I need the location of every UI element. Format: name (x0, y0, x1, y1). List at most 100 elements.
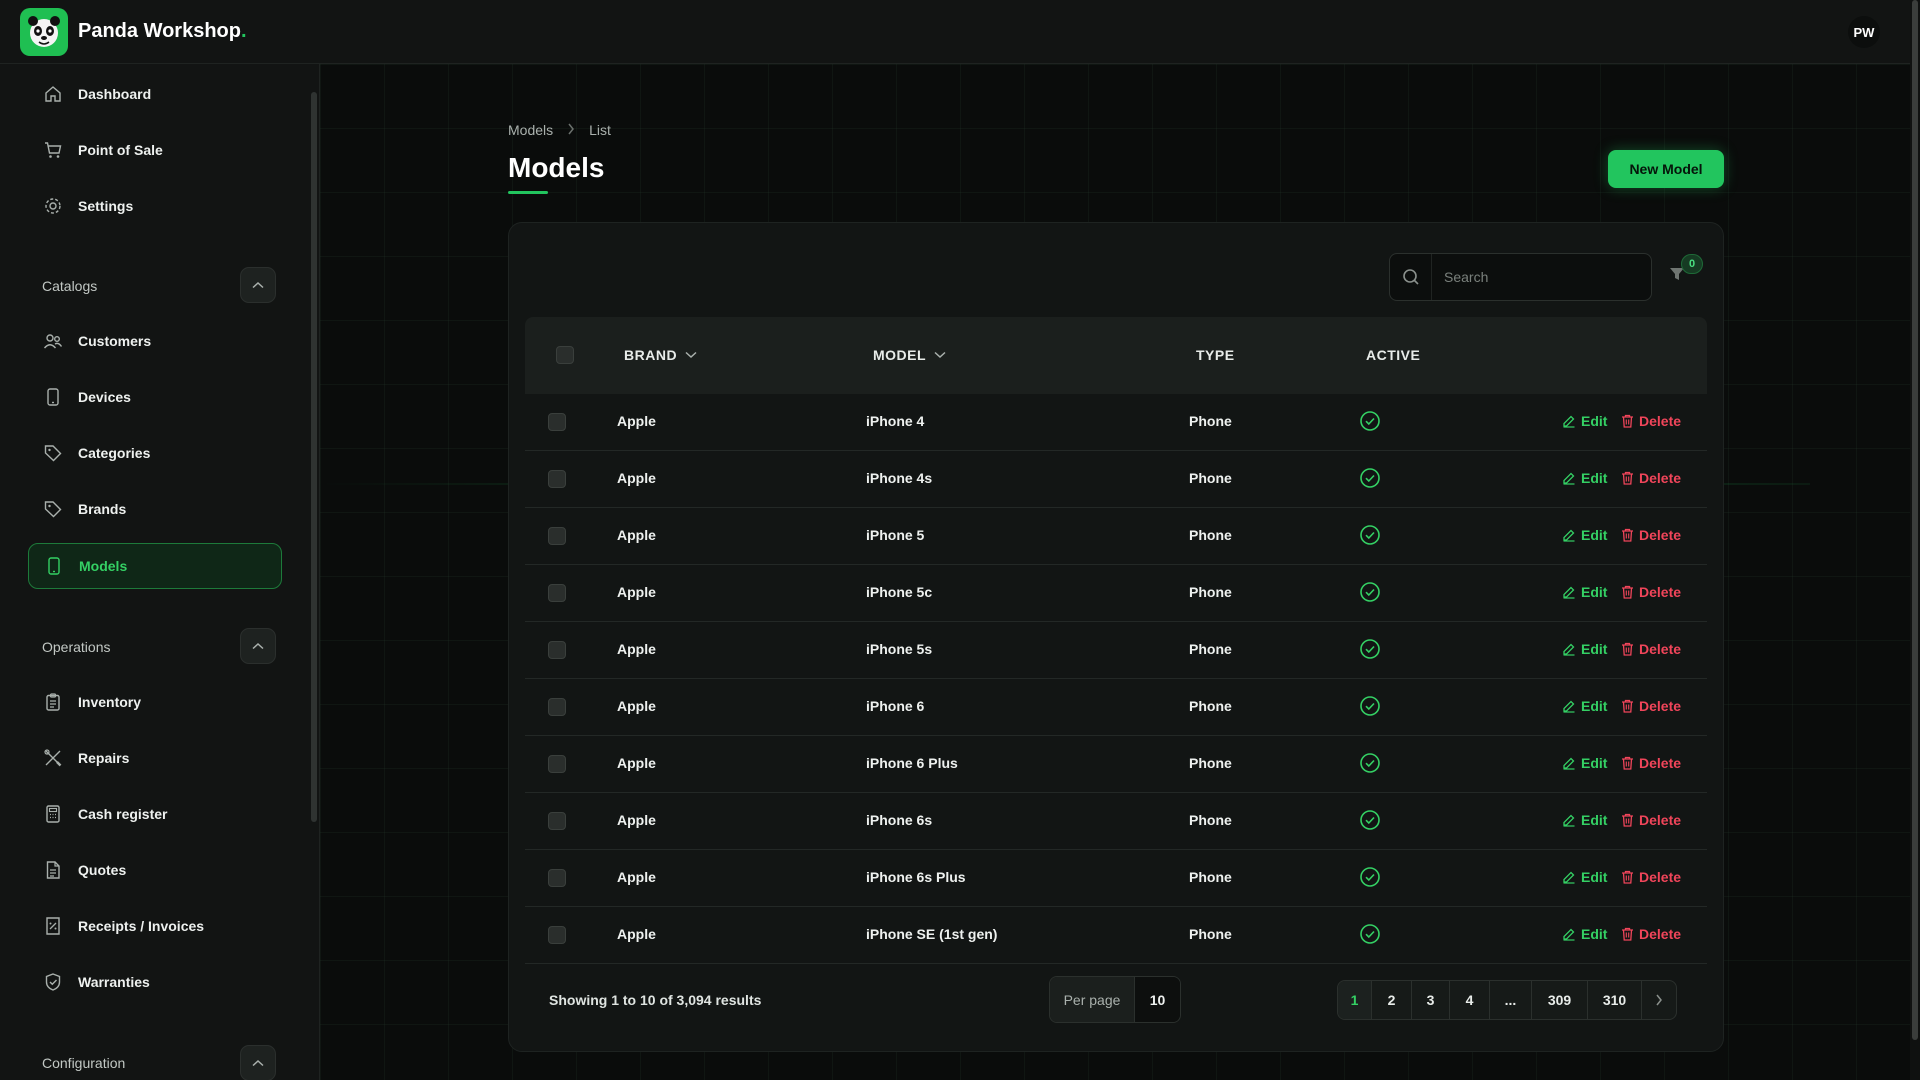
page-scrollbar-thumb[interactable] (1912, 0, 1918, 1040)
row-checkbox[interactable] (548, 470, 566, 488)
page-1-button[interactable]: 1 (1338, 981, 1372, 1019)
cell-model: iPhone 6 (866, 698, 925, 714)
column-model-label: MODEL (873, 347, 927, 363)
delete-label: Delete (1639, 470, 1682, 486)
sidebar-item-categories[interactable]: Categories (28, 430, 282, 476)
row-checkbox[interactable] (548, 584, 566, 602)
results-summary: Showing 1 to 10 of 3,094 results (549, 992, 762, 1008)
delete-link[interactable]: Delete (1621, 413, 1681, 429)
sidebar-item-label: Cash register (78, 806, 168, 822)
breadcrumb-models[interactable]: Models (508, 122, 553, 138)
sidebar-item-label: Settings (78, 198, 134, 214)
delete-link[interactable]: Delete (1621, 812, 1681, 828)
row-checkbox[interactable] (548, 812, 566, 830)
trash-icon (1621, 642, 1639, 656)
collapse-configuration-button[interactable] (240, 1045, 276, 1080)
row-checkbox[interactable] (548, 698, 566, 716)
delete-link[interactable]: Delete (1621, 470, 1681, 486)
sidebar-scrollbar[interactable] (311, 92, 317, 822)
delete-link[interactable]: Delete (1621, 755, 1681, 771)
search-input[interactable] (1432, 269, 1632, 285)
sidebar-item-settings[interactable]: Settings (28, 183, 282, 229)
table-row[interactable]: Apple iPhone 6 Phone Edit Delete (525, 679, 1707, 736)
row-checkbox[interactable] (548, 869, 566, 887)
table-row[interactable]: Apple iPhone 5c Phone Edit Delete (525, 565, 1707, 622)
per-page-select[interactable]: Per page 10 (1049, 976, 1181, 1023)
sidebar-item-warranties[interactable]: Warranties (28, 959, 282, 1005)
row-checkbox[interactable] (548, 641, 566, 659)
edit-link[interactable]: Edit (1562, 755, 1607, 771)
delete-link[interactable]: Delete (1621, 527, 1681, 543)
edit-link[interactable]: Edit (1562, 584, 1607, 600)
cell-type: Phone (1189, 641, 1232, 657)
sidebar-item-quotes[interactable]: Quotes (28, 847, 282, 893)
new-model-button[interactable]: New Model (1608, 150, 1724, 188)
table-row[interactable]: Apple iPhone 6s Phone Edit Delete (525, 793, 1707, 850)
sidebar-item-point-of-sale[interactable]: Point of Sale (28, 127, 282, 173)
active-check-icon (1359, 524, 1381, 551)
edit-link[interactable]: Edit (1562, 470, 1607, 486)
edit-link[interactable]: Edit (1562, 641, 1607, 657)
edit-label: Edit (1581, 926, 1608, 942)
delete-link[interactable]: Delete (1621, 584, 1681, 600)
column-brand[interactable]: BRAND (624, 347, 697, 363)
table-row[interactable]: Apple iPhone 4 Phone Edit Delete (525, 394, 1707, 451)
sidebar-item-receipts-invoices[interactable]: Receipts / Invoices (28, 903, 282, 949)
page-4-button[interactable]: 4 (1450, 981, 1490, 1019)
app-name[interactable]: Panda Workshop. (78, 20, 247, 43)
row-checkbox[interactable] (548, 527, 566, 545)
page-309-button[interactable]: 309 (1532, 981, 1588, 1019)
delete-link[interactable]: Delete (1621, 641, 1681, 657)
next-page-button[interactable] (1642, 981, 1676, 1019)
row-checkbox[interactable] (548, 413, 566, 431)
delete-link[interactable]: Delete (1621, 869, 1681, 885)
user-avatar[interactable]: PW (1848, 16, 1880, 48)
page-title: Models (508, 152, 605, 183)
pagination-ellipsis: ... (1490, 981, 1532, 1019)
edit-link[interactable]: Edit (1562, 413, 1607, 429)
page-310-button[interactable]: 310 (1588, 981, 1642, 1019)
sidebar-item-dashboard[interactable]: Dashboard (28, 71, 282, 117)
sidebar-item-cash-register[interactable]: Cash register (28, 791, 282, 837)
phone-icon (43, 555, 65, 577)
table-row[interactable]: Apple iPhone 5 Phone Edit Delete (525, 508, 1707, 565)
delete-link[interactable]: Delete (1621, 698, 1681, 714)
table-row[interactable]: Apple iPhone 5s Phone Edit Delete (525, 622, 1707, 679)
edit-link[interactable]: Edit (1562, 869, 1607, 885)
select-all-checkbox[interactable] (556, 346, 574, 364)
document-icon (42, 859, 64, 881)
sidebar-item-inventory[interactable]: Inventory (28, 679, 282, 725)
sidebar-item-models[interactable]: Models (28, 543, 282, 589)
cell-type: Phone (1189, 584, 1232, 600)
chevron-right-icon (1655, 994, 1663, 1006)
sidebar-item-customers[interactable]: Customers (28, 318, 282, 364)
collapse-catalogs-button[interactable] (240, 267, 276, 303)
row-checkbox[interactable] (548, 755, 566, 773)
table-row[interactable]: Apple iPhone SE (1st gen) Phone Edit Del… (525, 907, 1707, 964)
per-page-value[interactable]: 10 (1134, 977, 1180, 1022)
table-row[interactable]: Apple iPhone 6 Plus Phone Edit Delete (525, 736, 1707, 793)
edit-link[interactable]: Edit (1562, 812, 1607, 828)
sidebar-item-label: Quotes (78, 862, 127, 878)
tag-icon (42, 498, 64, 520)
row-checkbox[interactable] (548, 926, 566, 944)
edit-link[interactable]: Edit (1562, 527, 1607, 543)
cell-type: Phone (1189, 869, 1232, 885)
collapse-operations-button[interactable] (240, 628, 276, 664)
sidebar-item-devices[interactable]: Devices (28, 374, 282, 420)
title-underline (508, 191, 548, 194)
page-3-button[interactable]: 3 (1412, 981, 1450, 1019)
table-row[interactable]: Apple iPhone 6s Plus Phone Edit Delete (525, 850, 1707, 907)
edit-label: Edit (1581, 584, 1608, 600)
sidebar-item-label: Dashboard (78, 86, 152, 102)
sidebar-item-brands[interactable]: Brands (28, 486, 282, 532)
panda-logo[interactable] (20, 7, 68, 56)
edit-link[interactable]: Edit (1562, 698, 1607, 714)
table-row[interactable]: Apple iPhone 4s Phone Edit Delete (525, 451, 1707, 508)
column-model[interactable]: MODEL (873, 347, 946, 363)
delete-link[interactable]: Delete (1621, 926, 1681, 942)
sidebar-item-repairs[interactable]: Repairs (28, 735, 282, 781)
edit-link[interactable]: Edit (1562, 926, 1607, 942)
page-2-button[interactable]: 2 (1372, 981, 1412, 1019)
page-scrollbar[interactable] (1910, 0, 1920, 1080)
